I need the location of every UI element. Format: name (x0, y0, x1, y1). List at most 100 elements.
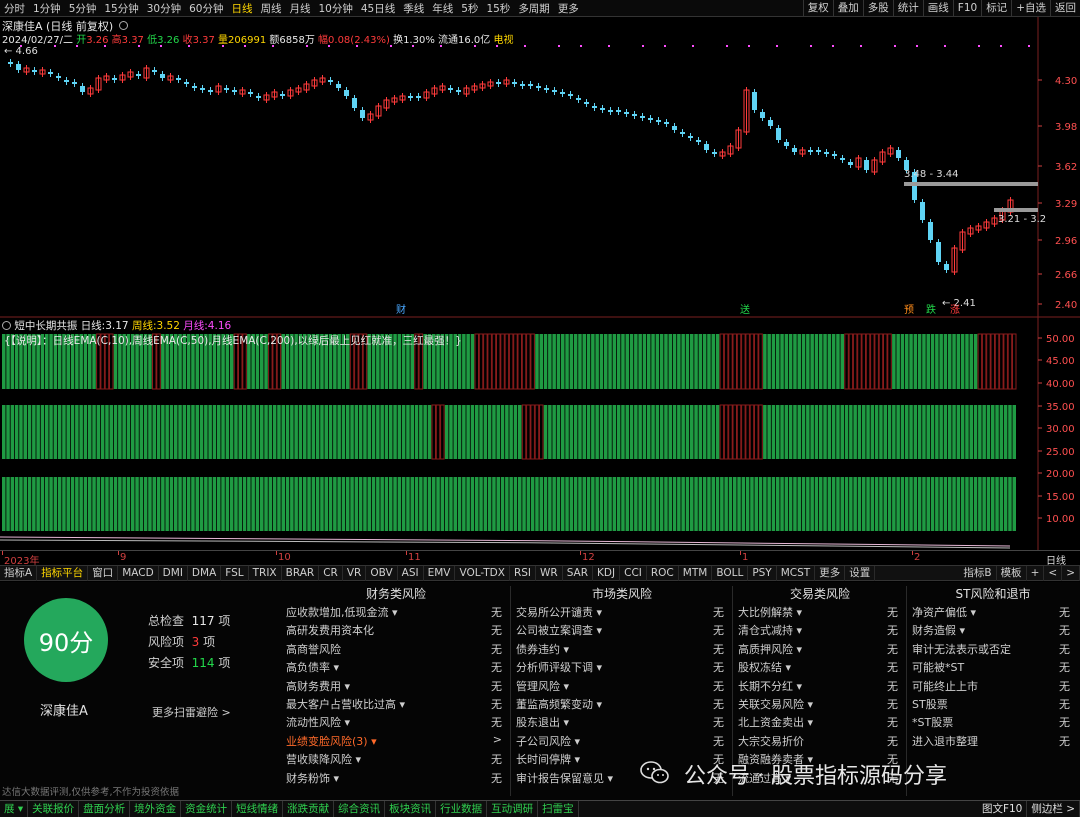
toolbar-button[interactable]: 复权 (802, 0, 833, 17)
main-chart-canvas[interactable]: 4.30 3.98 3.62 3.29 2.96 2.66 2.40 50.00 45.00 40… (0, 17, 1080, 550)
bottom-tab[interactable]: 展 ▾ (0, 801, 29, 817)
period-tab[interactable]: 年线 (428, 1, 457, 16)
risk-item-label[interactable]: 审计报告保留意见 ▾ (516, 770, 613, 788)
indicator-tab[interactable]: VOL-TDX (455, 565, 510, 581)
indicator-tab-right[interactable]: 模板 (997, 565, 1027, 581)
indicator-tab-right[interactable]: 指标B (959, 565, 997, 581)
risk-item-label[interactable]: 最大客户占营收比过高 ▾ (286, 696, 405, 714)
risk-item-label[interactable]: 大比例解禁 ▾ (738, 604, 802, 622)
bottom-tab[interactable]: 综合资讯 (334, 801, 386, 817)
indicator-tab-right[interactable]: < (1044, 565, 1063, 581)
risk-item-label[interactable]: 公司被立案调查 ▾ (516, 622, 602, 640)
period-tab[interactable]: 多周期 (514, 1, 554, 16)
toolbar-button[interactable]: 统计 (892, 0, 923, 17)
risk-item-label[interactable]: 大宗交易折价 (738, 733, 804, 751)
risk-item-label[interactable]: 进入退市整理 (912, 733, 978, 751)
risk-item-label[interactable]: 高负债率 ▾ (286, 659, 339, 677)
risk-item-label[interactable]: ST股票 (912, 696, 948, 714)
indicator-tab[interactable]: SAR (563, 565, 594, 581)
risk-item-label[interactable]: 管理风险 ▾ (516, 678, 569, 696)
indicator-tab[interactable]: BOLL (712, 565, 749, 581)
period-tab[interactable]: 分时 (0, 1, 29, 16)
indicator-tab[interactable]: KDJ (593, 565, 621, 581)
bottom-tab[interactable]: 资金统计 (181, 801, 233, 817)
indicator-tab-right[interactable]: > (1062, 565, 1080, 581)
toolbar-button[interactable]: 标记 (981, 0, 1011, 17)
risk-item-label[interactable]: 审计无法表示或否定 (912, 641, 1011, 659)
risk-item-label[interactable]: 高研发费用资本化 (286, 622, 374, 640)
period-tab[interactable]: 60分钟 (185, 1, 227, 16)
indicator-name[interactable]: 短中长期共振 (14, 320, 77, 332)
indicator-tab[interactable]: ROC (647, 565, 679, 581)
risk-item-label[interactable]: 营收赎降风险 ▾ (286, 751, 361, 769)
toolbar-button[interactable]: 叠加 (832, 0, 863, 17)
risk-item-label[interactable]: 高质押风险 ▾ (738, 641, 802, 659)
more-risk-link[interactable]: 更多扫雷避险 > (152, 704, 231, 720)
indicator-tab[interactable]: WR (536, 565, 563, 581)
risk-item-label[interactable]: 应收款增加,低现金流 ▾ (286, 604, 398, 622)
risk-item-label[interactable]: 长时间停牌 ▾ (516, 751, 580, 769)
risk-item-label[interactable]: 子公司风险 ▾ (516, 733, 580, 751)
bottom-tab[interactable]: 板块资讯 (385, 801, 437, 817)
indicator-tab[interactable]: DMA (188, 565, 222, 581)
toolbar-button[interactable]: 返回 (1050, 0, 1080, 17)
risk-item-label[interactable]: 股权冻结 ▾ (738, 659, 791, 677)
toolbar-button[interactable]: 画线 (922, 0, 953, 17)
bottom-tab[interactable]: 境外资金 (130, 801, 182, 817)
indicator-tab[interactable]: VR (343, 565, 367, 581)
risk-item-label[interactable]: 流动性风险 ▾ (286, 714, 350, 732)
period-tab[interactable]: 10分钟 (315, 1, 357, 16)
risk-item-label[interactable]: 清仓式减持 ▾ (738, 622, 802, 640)
period-tab[interactable]: 更多 (554, 1, 583, 16)
toolbar-button[interactable]: F10 (952, 0, 981, 17)
indicator-tab[interactable]: MCST (777, 565, 816, 581)
period-tab[interactable]: 1分钟 (29, 1, 65, 16)
period-tab[interactable]: 月线 (286, 1, 315, 16)
indicator-tab-right[interactable]: + (1027, 565, 1045, 581)
period-tab[interactable]: 5分钟 (65, 1, 101, 16)
risk-item-label[interactable]: 债券违约 ▾ (516, 641, 569, 659)
risk-item-label[interactable]: 长期不分红 ▾ (738, 678, 802, 696)
period-tab[interactable]: 季线 (399, 1, 428, 16)
risk-item-label[interactable]: 关联交易风险 ▾ (738, 696, 813, 714)
indicator-tab[interactable]: 指标平台 (37, 565, 89, 581)
risk-item-label[interactable]: 董监高频繁变动 ▾ (516, 696, 602, 714)
indicator-tab[interactable]: DMI (159, 565, 188, 581)
bottom-tab[interactable]: 行业数据 (436, 801, 488, 817)
indicator-close-icon[interactable] (2, 321, 11, 330)
risk-item-label[interactable]: 可能终止上市 (912, 678, 978, 696)
risk-item-label[interactable]: 财务粉饰 ▾ (286, 770, 339, 788)
indicator-tab[interactable]: 设置 (845, 565, 876, 581)
bottom-tab[interactable]: 短线情绪 (232, 801, 284, 817)
indicator-tab[interactable]: CCI (620, 565, 647, 581)
risk-item-label[interactable]: 交易所公开谴责 ▾ (516, 604, 602, 622)
indicator-tab[interactable]: OBV (366, 565, 398, 581)
indicator-tab[interactable]: BRAR (282, 565, 320, 581)
bottom-tab[interactable]: 涨跌贡献 (283, 801, 335, 817)
period-tab[interactable]: 30分钟 (143, 1, 185, 16)
risk-item-label[interactable]: 财务造假 ▾ (912, 622, 965, 640)
bottom-tab[interactable]: 关联报价 (28, 801, 80, 817)
bottom-tab[interactable]: 扫雷宝 (538, 801, 579, 817)
indicator-tab[interactable]: MTM (679, 565, 713, 581)
period-tab[interactable]: 15秒 (482, 1, 514, 16)
risk-item-label[interactable]: 净资产偏低 ▾ (912, 604, 976, 622)
risk-item-label[interactable]: 北上资金卖出 ▾ (738, 714, 813, 732)
indicator-tab[interactable]: 指标A (0, 565, 38, 581)
indicator-tab[interactable]: 窗口 (88, 565, 119, 581)
period-tab[interactable]: 5秒 (457, 1, 482, 16)
risk-item-label[interactable]: 高商誉风险 (286, 641, 341, 659)
risk-item-label[interactable]: 可能被*ST (912, 659, 964, 677)
risk-item-label[interactable]: 分析师评级下调 ▾ (516, 659, 602, 677)
bottom-tab[interactable]: 盘面分析 (79, 801, 131, 817)
period-tab[interactable]: 日线 (228, 1, 257, 16)
bottom-right-tab[interactable]: 图文F10 (978, 801, 1028, 817)
risk-item-label[interactable]: 业绩变脸风险(3) ▾ (286, 733, 377, 751)
indicator-tab[interactable]: MACD (118, 565, 159, 581)
indicator-tab[interactable]: 更多 (815, 565, 846, 581)
indicator-tab[interactable]: EMV (424, 565, 456, 581)
indicator-tab[interactable]: CR (319, 565, 343, 581)
bottom-tab[interactable]: 互动调研 (487, 801, 539, 817)
indicator-tab[interactable]: PSY (748, 565, 777, 581)
risk-item-label[interactable]: 股东退出 ▾ (516, 714, 569, 732)
